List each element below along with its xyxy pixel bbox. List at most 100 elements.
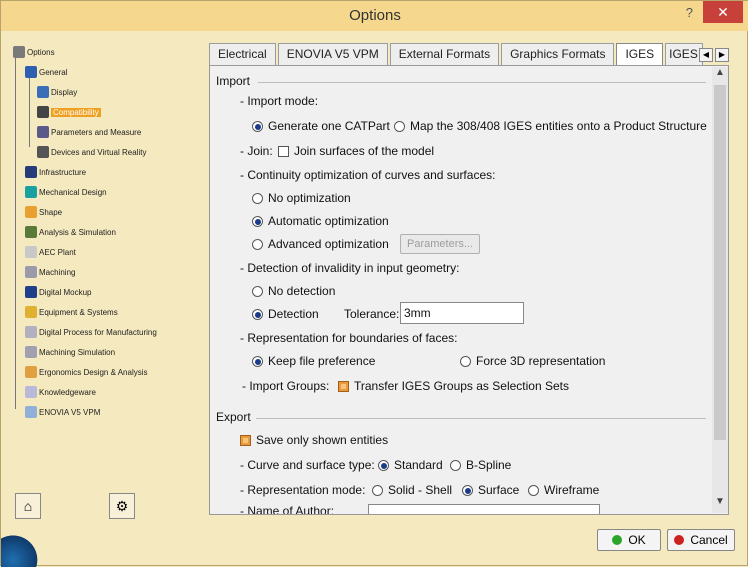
radio-map-product[interactable]: Map the 308/408 IGES entities onto a Pro… bbox=[394, 119, 707, 133]
tree-item-analysis[interactable]: Analysis & Simulation bbox=[25, 225, 116, 239]
export-title: Export bbox=[216, 410, 251, 424]
tolerance-field[interactable]: 3mm bbox=[400, 302, 524, 324]
checkbox-icon bbox=[240, 434, 251, 446]
radio-generate-catpart[interactable]: Generate one CATPart bbox=[252, 119, 390, 133]
author-field[interactable] bbox=[368, 504, 600, 514]
tab-graphics-formats[interactable]: Graphics Formats bbox=[501, 43, 615, 65]
tree-line bbox=[15, 49, 16, 409]
ok-icon bbox=[612, 535, 623, 545]
options-window: Options ? ✕ Options General Display Comp… bbox=[0, 0, 748, 567]
radio-keep-preference[interactable]: Keep file preference bbox=[252, 354, 375, 368]
tree-item-knowledgeware[interactable]: Knowledgeware bbox=[25, 385, 96, 399]
home-tool-button[interactable]: ⌂ bbox=[15, 493, 41, 519]
display-icon bbox=[37, 86, 49, 98]
radio-wireframe[interactable]: Wireframe bbox=[528, 483, 599, 497]
tree-item-aec-plant[interactable]: AEC Plant bbox=[25, 245, 76, 259]
digital-mockup-icon bbox=[25, 286, 37, 298]
analysis-icon bbox=[25, 226, 37, 238]
tree-item-machining[interactable]: Machining bbox=[25, 265, 75, 279]
devices-icon bbox=[37, 146, 49, 158]
radio-icon bbox=[252, 238, 263, 250]
parameters-button: Parameters... bbox=[400, 234, 481, 254]
tree-item-compatibility[interactable]: Compatibility bbox=[37, 105, 101, 119]
tab-bar: Electrical ENOVIA V5 VPM External Format… bbox=[209, 43, 705, 66]
radio-surface[interactable]: Surface bbox=[462, 483, 519, 497]
join-surfaces-check[interactable]: Join surfaces of the model bbox=[278, 144, 434, 158]
radio-icon bbox=[252, 120, 263, 132]
title-bar: Options ? ✕ bbox=[1, 1, 748, 31]
tab-external-formats[interactable]: External Formats bbox=[389, 43, 500, 65]
tree-item-parameters[interactable]: Parameters and Measure bbox=[37, 125, 141, 139]
tree-item-general[interactable]: General bbox=[25, 65, 67, 79]
checkbox-icon bbox=[338, 380, 349, 392]
radio-detection[interactable]: Detection bbox=[252, 307, 319, 321]
reset-icon: ⚙ bbox=[115, 497, 129, 514]
compatibility-icon bbox=[37, 106, 49, 118]
radio-icon bbox=[372, 484, 383, 496]
home-icon: ⌂ bbox=[23, 498, 33, 514]
radio-icon bbox=[462, 484, 473, 496]
digital-process-icon bbox=[25, 326, 37, 338]
transfer-groups-check[interactable]: Transfer IGES Groups as Selection Sets bbox=[338, 379, 569, 393]
radio-icon bbox=[252, 355, 263, 367]
scroll-up-icon[interactable]: ▲ bbox=[712, 67, 728, 83]
author-label: - Name of Author: bbox=[240, 504, 335, 515]
cancel-button[interactable]: Cancel bbox=[667, 529, 735, 551]
radio-icon bbox=[394, 120, 405, 132]
tab-right-icon[interactable]: ▶ bbox=[715, 48, 729, 62]
tab-scroll: ◀ ▶ bbox=[699, 48, 731, 62]
help-button[interactable]: ? bbox=[686, 5, 693, 20]
representation-mode-label: - Representation mode: bbox=[240, 483, 366, 497]
tree-item-equipment[interactable]: Equipment & Systems bbox=[25, 305, 118, 319]
radio-no-detection[interactable]: No detection bbox=[252, 284, 335, 298]
radio-no-optimization[interactable]: No optimization bbox=[252, 191, 351, 205]
tree-item-digital-mockup[interactable]: Digital Mockup bbox=[25, 285, 91, 299]
ok-button[interactable]: OK bbox=[597, 529, 661, 551]
enovia-icon bbox=[25, 406, 37, 418]
tab-iges-2[interactable]: IGES 2 bbox=[665, 43, 704, 65]
save-shown-check[interactable]: Save only shown entities bbox=[240, 433, 388, 447]
radio-standard[interactable]: Standard bbox=[378, 458, 443, 472]
tab-iges[interactable]: IGES bbox=[616, 43, 664, 66]
tab-enovia-vpm[interactable]: ENOVIA V5 VPM bbox=[277, 43, 388, 65]
close-button[interactable]: ✕ bbox=[703, 1, 743, 23]
tree-item-ergonomics[interactable]: Ergonomics Design & Analysis bbox=[25, 365, 148, 379]
radio-icon bbox=[252, 308, 263, 320]
tree-item-mechanical-design[interactable]: Mechanical Design bbox=[25, 185, 107, 199]
radio-icon bbox=[460, 355, 471, 367]
detection-label: - Detection of invalidity in input geome… bbox=[240, 261, 460, 275]
tree-item-devices[interactable]: Devices and Virtual Reality bbox=[37, 145, 146, 159]
radio-bspline[interactable]: B-Spline bbox=[450, 458, 511, 472]
tree-item-options[interactable]: Options bbox=[13, 45, 55, 59]
radio-automatic-optimization[interactable]: Automatic optimization bbox=[252, 214, 389, 228]
machining-simulation-icon bbox=[25, 346, 37, 358]
knowledgeware-icon bbox=[25, 386, 37, 398]
tree-item-machining-sim[interactable]: Machining Simulation bbox=[25, 345, 115, 359]
continuity-label: - Continuity optimization of curves and … bbox=[240, 168, 496, 182]
export-separator bbox=[256, 418, 706, 419]
mechanical-design-icon bbox=[25, 186, 37, 198]
reset-tool-button[interactable]: ⚙ bbox=[109, 493, 135, 519]
scroll-thumb[interactable] bbox=[714, 85, 726, 440]
import-groups-label: - Import Groups: bbox=[242, 379, 330, 393]
tab-electrical[interactable]: Electrical bbox=[209, 43, 276, 65]
options-tree: Options General Display Compatibility Pa… bbox=[9, 39, 204, 479]
tree-item-shape[interactable]: Shape bbox=[25, 205, 62, 219]
tree-item-infrastructure[interactable]: Infrastructure bbox=[25, 165, 86, 179]
import-mode-label: - Import mode: bbox=[240, 94, 319, 108]
tab-left-icon[interactable]: ◀ bbox=[699, 48, 713, 62]
radio-icon bbox=[252, 285, 263, 297]
radio-advanced-optimization[interactable]: Advanced optimization bbox=[252, 237, 389, 251]
iges-panel: Import - Import mode: Generate one CATPa… bbox=[209, 65, 729, 515]
import-separator bbox=[258, 82, 706, 83]
tree-item-display[interactable]: Display bbox=[37, 85, 77, 99]
tree-item-digital-process[interactable]: Digital Process for Manufacturing bbox=[25, 325, 157, 339]
ergonomics-icon bbox=[25, 366, 37, 378]
boundaries-label: - Representation for boundaries of faces… bbox=[240, 331, 458, 345]
radio-force-3d[interactable]: Force 3D representation bbox=[460, 354, 605, 368]
tolerance-label: Tolerance: bbox=[344, 307, 400, 321]
scroll-down-icon[interactable]: ▼ bbox=[712, 496, 728, 512]
machining-icon bbox=[25, 266, 37, 278]
radio-solid-shell[interactable]: Solid - Shell bbox=[372, 483, 452, 497]
tree-item-enovia[interactable]: ENOVIA V5 VPM bbox=[25, 405, 100, 419]
